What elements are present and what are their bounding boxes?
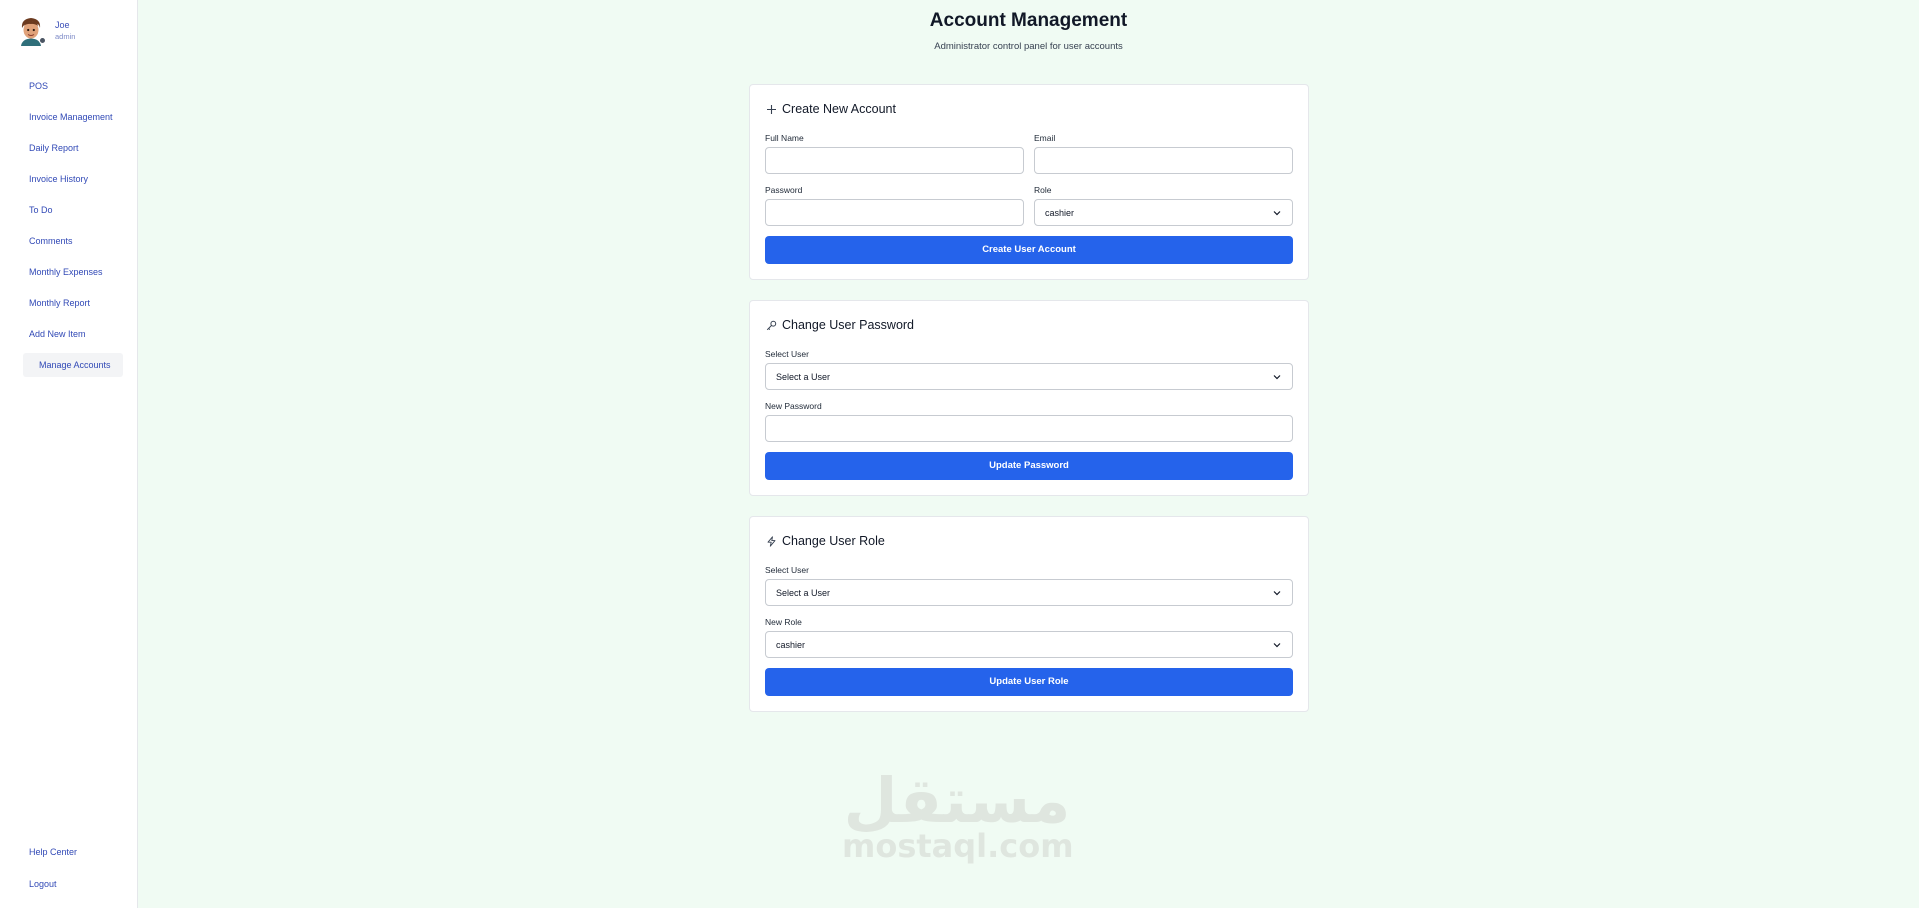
create-account-card: Create New Account Full Name Email Passw… xyxy=(749,84,1309,280)
email-input[interactable] xyxy=(1034,147,1293,174)
full-name-input[interactable] xyxy=(765,147,1024,174)
page-title: Account Management xyxy=(929,10,1128,31)
password-input[interactable] xyxy=(765,199,1024,226)
sidebar-nav: POS Invoice Management Daily Report Invo… xyxy=(23,77,123,377)
online-status-dot xyxy=(39,37,46,44)
user-profile[interactable]: Joe admin xyxy=(18,16,75,46)
sidebar-item-add-new-item[interactable]: Add New Item xyxy=(23,325,123,356)
sidebar-item-help-center[interactable]: Help Center xyxy=(29,846,77,878)
sidebar-item-invoice-management[interactable]: Invoice Management xyxy=(23,108,123,139)
key-icon xyxy=(765,319,778,332)
new-role-label: New Role xyxy=(765,617,802,627)
sidebar-item-invoice-history[interactable]: Invoice History xyxy=(23,170,123,201)
change-password-title: Change User Password xyxy=(765,316,914,334)
password-user-select[interactable]: Select a User xyxy=(765,363,1293,390)
plus-icon xyxy=(765,103,778,116)
chevron-down-icon xyxy=(1272,640,1282,650)
update-user-role-button[interactable]: Update User Role xyxy=(765,668,1293,696)
chevron-down-icon xyxy=(1272,372,1282,382)
sidebar-item-logout[interactable]: Logout xyxy=(29,878,77,908)
watermark-arabic: مستقل xyxy=(843,764,1071,837)
select-user-label: Select User xyxy=(765,565,809,575)
avatar xyxy=(18,16,46,46)
change-role-title-text: Change User Role xyxy=(782,534,885,548)
user-role: admin xyxy=(55,32,76,41)
watermark-logo: مستقل mostaql.com xyxy=(842,764,1074,865)
create-account-title-text: Create New Account xyxy=(782,102,896,116)
role-user-select[interactable]: Select a User xyxy=(765,579,1293,606)
sidebar-item-monthly-report[interactable]: Monthly Report xyxy=(23,294,123,325)
bolt-icon xyxy=(765,535,778,548)
role-label: Role xyxy=(1034,185,1052,195)
update-password-button[interactable]: Update Password xyxy=(765,452,1293,480)
new-password-label: New Password xyxy=(765,401,822,411)
sidebar: Joe admin POS Invoice Management Daily R… xyxy=(0,0,138,908)
change-role-card: Change User Role Select User Select a Us… xyxy=(749,516,1309,712)
sidebar-item-to-do[interactable]: To Do xyxy=(23,201,123,232)
sidebar-item-monthly-expenses[interactable]: Monthly Expenses xyxy=(23,263,123,294)
sidebar-bottom-nav: Help Center Logout xyxy=(29,846,77,908)
password-user-select-value: Select a User xyxy=(776,371,831,382)
create-account-title: Create New Account xyxy=(765,100,896,118)
role-user-select-value: Select a User xyxy=(776,587,831,598)
sidebar-item-daily-report[interactable]: Daily Report xyxy=(23,139,123,170)
sidebar-item-manage-accounts[interactable]: Manage Accounts xyxy=(23,353,123,377)
role-select[interactable]: cashier xyxy=(1034,199,1293,226)
create-user-account-button[interactable]: Create User Account xyxy=(765,236,1293,264)
sidebar-item-comments[interactable]: Comments xyxy=(23,232,123,263)
change-password-card: Change User Password Select User Select … xyxy=(749,300,1309,496)
change-role-title: Change User Role xyxy=(765,532,885,550)
change-password-title-text: Change User Password xyxy=(782,318,915,332)
new-password-input[interactable] xyxy=(765,415,1293,442)
role-select-value: cashier xyxy=(1045,207,1075,218)
select-user-label: Select User xyxy=(765,349,809,359)
new-role-select[interactable]: cashier xyxy=(765,631,1293,658)
chevron-down-icon xyxy=(1272,588,1282,598)
user-name: Joe xyxy=(55,20,70,30)
password-label: Password xyxy=(765,185,803,195)
sidebar-item-pos[interactable]: POS xyxy=(23,77,123,108)
full-name-label: Full Name xyxy=(765,133,804,143)
new-role-select-value: cashier xyxy=(776,639,806,650)
email-label: Email xyxy=(1034,133,1056,143)
chevron-down-icon xyxy=(1272,208,1282,218)
page-subtitle: Administrator control panel for user acc… xyxy=(934,41,1123,52)
watermark-latin: mostaql.com xyxy=(842,827,1074,865)
